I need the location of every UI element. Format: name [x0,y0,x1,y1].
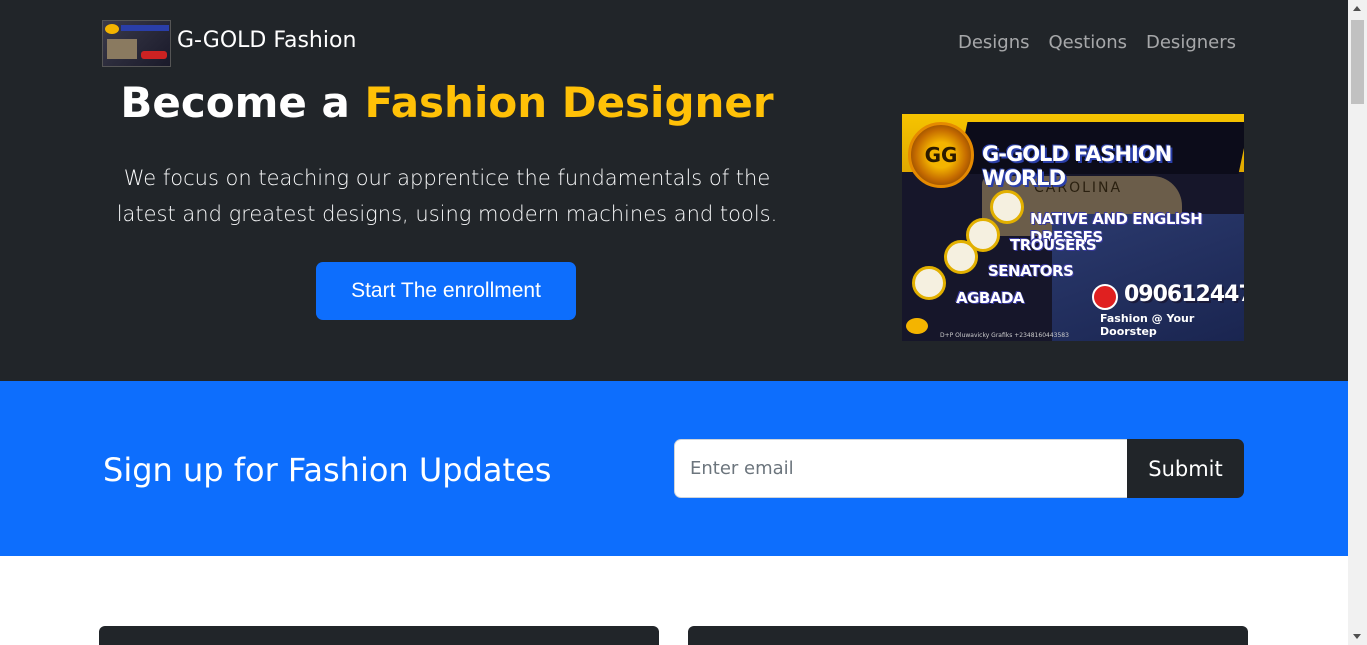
feature-card [688,626,1248,645]
nav-link-questions[interactable]: Qestions [1049,32,1127,53]
phone-icon [1092,284,1118,310]
nav-link-designs[interactable]: Designs [958,32,1030,53]
signup-title: Sign up for Fashion Updates [103,451,552,489]
hero-title: Become a Fashion Designer [102,78,792,127]
scroll-up-arrow-icon[interactable] [1353,6,1361,11]
hero-title-prefix: Become a [120,78,365,127]
navbar-brand[interactable]: G-GOLD Fashion [102,20,356,67]
machine-bubble-icon [912,266,946,300]
hero-title-accent: Fashion Designer [364,78,774,127]
submit-button[interactable]: Submit [1127,439,1244,498]
brand-name[interactable]: G-GOLD Fashion [177,28,356,53]
brand-logo-image[interactable] [102,20,171,67]
machine-bubble-icon [944,240,978,274]
scrollbar-thumb[interactable] [1351,20,1364,104]
signup-section: Sign up for Fashion Updates Submit [0,381,1348,556]
feature-card [99,626,659,645]
start-enrollment-button[interactable]: Start The enrollment [316,262,576,320]
email-input[interactable] [674,439,1128,498]
promo-phone: 09061244701 [1124,282,1244,307]
promo-item: SENATORS [988,262,1074,280]
scroll-down-arrow-icon[interactable] [1353,634,1361,639]
page-scrollbar[interactable] [1348,0,1367,645]
machine-bubble-icon [990,190,1024,224]
navbar-links: Designs Qestions Designers [958,32,1236,53]
promo-title: G-GOLD FASHION WORLD [982,142,1172,190]
promo-tagline: Fashion @ Your Doorstep [1100,312,1195,338]
promo-item: TROUSERS [1010,236,1097,254]
mini-logo-icon [906,318,928,334]
promo-item: AGBADA [956,289,1025,307]
promo-logo-badge: GG [908,122,974,188]
hero-section: G-GOLD Fashion Designs Qestions Designer… [0,0,1348,381]
nav-link-designers[interactable]: Designers [1146,32,1236,53]
promo-image: CAROLINA GG G-GOLD FASHION WORLD NATIVE … [902,114,1244,341]
hero-description: We focus on teaching our apprentice the … [116,166,778,226]
promo-credit: D+P Oluwavicky Grafiks +2348160443583 [940,332,1069,339]
